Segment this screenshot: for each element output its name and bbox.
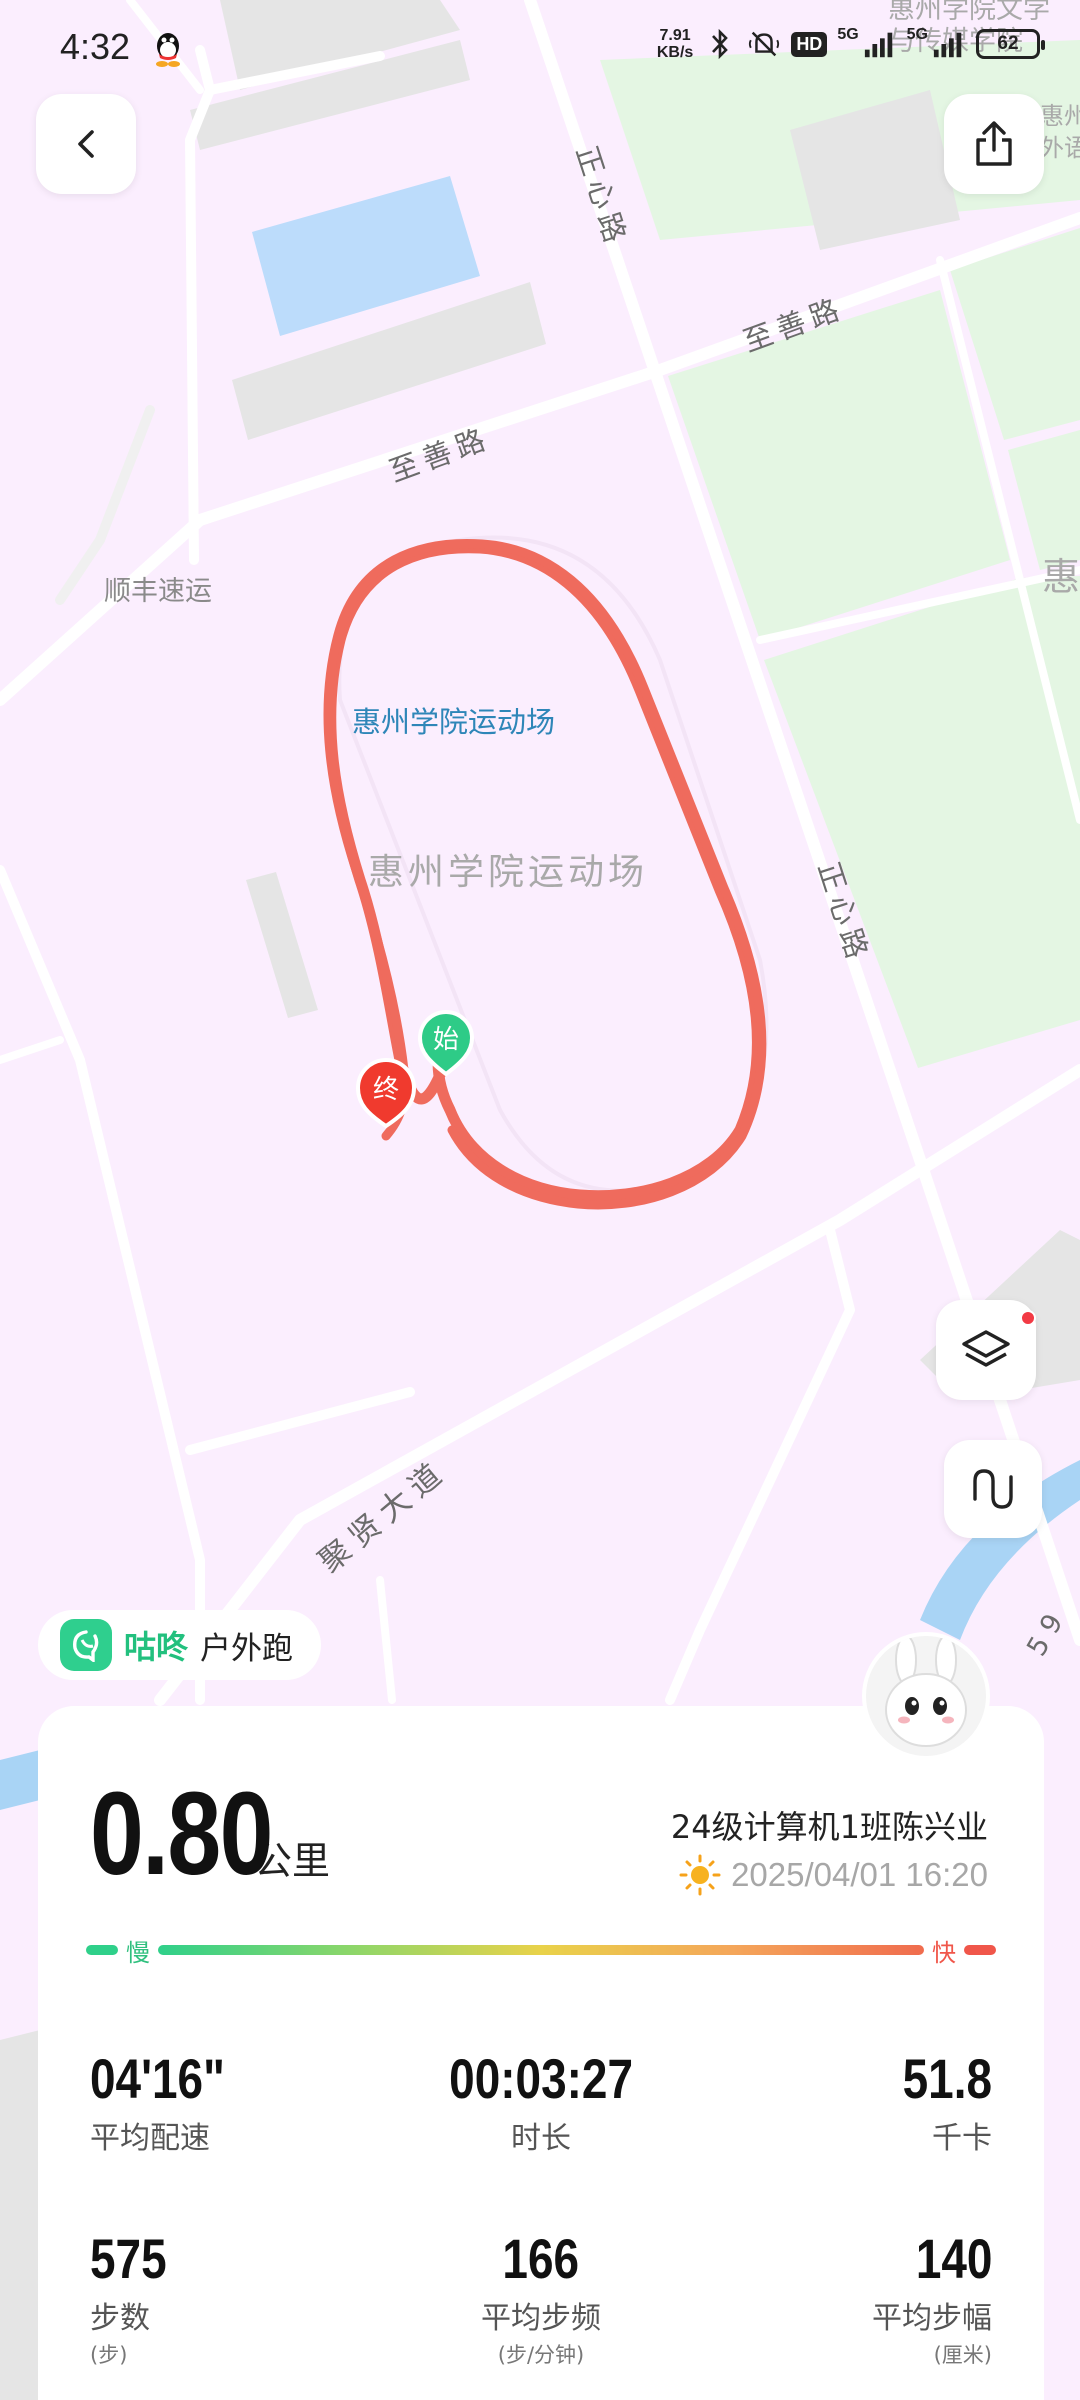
summary-card: 0.80 公里 24级计算机1班陈兴业 2025/04/01 16:20 慢 快…	[38, 1706, 1044, 2400]
distance: 0.80 公里	[90, 1766, 330, 1902]
battery-indicator: 62	[976, 29, 1045, 59]
distance-value: 0.80	[90, 1768, 273, 1900]
stat-stride: 140 平均步幅 (厘米)	[692, 2226, 992, 2369]
back-icon	[78, 130, 94, 158]
route-icon	[973, 1469, 1013, 1509]
signal-icon	[933, 32, 962, 58]
user-name: 24级计算机1班陈兴业	[670, 1808, 988, 1846]
poi-label: 惠州学院运动场	[352, 705, 555, 739]
pace-fast-swatch	[964, 1945, 996, 1955]
net-speed-value: 7.91	[659, 27, 691, 44]
stat-value: 00:03:27	[449, 2047, 633, 2110]
signal-icon	[864, 32, 892, 58]
river	[0, 1750, 40, 1810]
end-marker-label: 终	[373, 1075, 399, 1105]
stat-label: 平均配速	[90, 2121, 210, 2156]
map-layers-button[interactable]	[936, 1300, 1036, 1400]
status-icons: 7.91 KB/s HD 5G 5G 62	[657, 26, 1045, 62]
stat-label: 步数	[90, 2301, 150, 2336]
stat-unit: (厘米)	[933, 2343, 992, 2367]
mute-icon	[749, 31, 780, 57]
share-button[interactable]	[944, 94, 1044, 194]
poi-label: 惠州	[1040, 102, 1080, 130]
hd-badge: HD	[791, 31, 828, 57]
stat-label: 平均步幅	[872, 2301, 992, 2336]
network-speed: 7.91 KB/s	[657, 27, 693, 61]
activity-datetime: 2025/04/01 16:20	[731, 1856, 988, 1893]
stat-value: 166	[502, 2227, 580, 2290]
stat-value: 575	[90, 2227, 167, 2290]
back-button[interactable]	[36, 94, 136, 194]
pace-gradient-bar	[158, 1945, 924, 1955]
route-playback-button[interactable]	[944, 1440, 1042, 1538]
brand-name: 咕咚	[124, 1628, 189, 1666]
bluetooth-icon	[712, 28, 729, 60]
notification-dot	[1020, 1310, 1036, 1326]
sun-icon	[679, 1854, 721, 1896]
status-time: 4:32	[60, 26, 131, 67]
poi-label: 惠	[1042, 555, 1080, 599]
stat-steps: 575 步数 (步)	[90, 2226, 390, 2369]
net-speed-unit: KB/s	[656, 44, 694, 61]
share-icon	[976, 121, 1012, 166]
stat-label: 平均步频	[481, 2301, 601, 2336]
pace-legend: 慢 快	[86, 1930, 996, 1970]
stat-duration: 00:03:27 时长	[391, 2046, 691, 2157]
rabbit-mascot-icon	[885, 1636, 967, 1747]
activity-type: 户外跑	[200, 1630, 294, 1667]
stat-cadence: 166 平均步频 (步/分钟)	[391, 2226, 691, 2369]
pace-fast-label: 快	[932, 1938, 956, 1967]
stat-unit: (步)	[90, 2343, 128, 2367]
qq-icon	[156, 33, 180, 67]
gudong-logo-icon	[60, 1619, 112, 1671]
stat-value: 51.8	[902, 2047, 992, 2110]
pace-slow-swatch	[86, 1945, 118, 1955]
pace-slow-label: 慢	[126, 1938, 150, 1967]
poi-label: 顺丰速运	[104, 576, 212, 607]
stat-calories: 51.8 千卡	[692, 2046, 992, 2157]
signal-label: 5G	[837, 26, 859, 43]
stat-unit: (步/分钟)	[497, 2343, 585, 2367]
status-bar: 4:32 7.91 KB/s HD 5G 5G 62	[0, 0, 1080, 100]
stat-value: 140	[915, 2227, 992, 2290]
stat-label: 千卡	[932, 2121, 992, 2156]
start-marker-label: 始	[433, 1025, 459, 1055]
signal-label: 5G	[906, 26, 928, 43]
brand-badge: 咕咚 户外跑	[38, 1610, 322, 1680]
stat-avg-pace: 04'16" 平均配速	[90, 2046, 390, 2157]
area-label: 惠州学院运动场	[368, 852, 648, 893]
mascot-avatar[interactable]	[862, 1632, 990, 1760]
date-row: 2025/04/01 16:20	[679, 1854, 988, 1896]
layers-icon	[962, 1330, 1010, 1367]
stat-label: 时长	[511, 2121, 571, 2156]
poi-label: 外语	[1040, 134, 1080, 162]
stat-value: 04'16"	[90, 2047, 225, 2110]
